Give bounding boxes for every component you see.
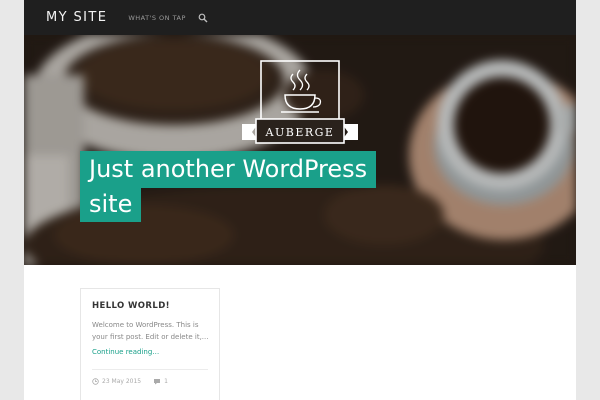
comment-count[interactable]: 1 xyxy=(164,378,168,385)
top-navigation-bar: MY SITE WHAT'S ON TAP xyxy=(24,0,576,35)
site-title[interactable]: MY SITE xyxy=(46,10,107,25)
divider xyxy=(92,369,208,370)
post-date[interactable]: 23 May 2015 xyxy=(102,378,141,385)
post-title[interactable]: HELLO WORLD! xyxy=(92,301,170,311)
hero-banner: AUBERGE Just another WordPress site xyxy=(24,35,576,265)
continue-reading-link[interactable]: Continue reading… xyxy=(92,348,159,356)
logo-text: AUBERGE xyxy=(265,126,335,139)
clock-icon xyxy=(92,378,99,385)
site-tagline-line-1: Just another WordPress xyxy=(80,151,377,188)
site-tagline-line-2: site xyxy=(80,188,142,222)
page: MY SITE WHAT'S ON TAP AUBERGE Just anoth… xyxy=(24,0,576,400)
post-meta: 23 May 2015 1 xyxy=(92,378,168,385)
auberge-logo[interactable]: AUBERGE xyxy=(238,60,362,155)
search-icon[interactable] xyxy=(198,13,208,23)
nav-item-whats-on-tap[interactable]: WHAT'S ON TAP xyxy=(128,14,186,22)
post-excerpt: Welcome to WordPress. This is your first… xyxy=(92,321,209,341)
post-card: HELLO WORLD! Welcome to WordPress. This … xyxy=(80,288,220,400)
comment-icon xyxy=(154,379,161,385)
